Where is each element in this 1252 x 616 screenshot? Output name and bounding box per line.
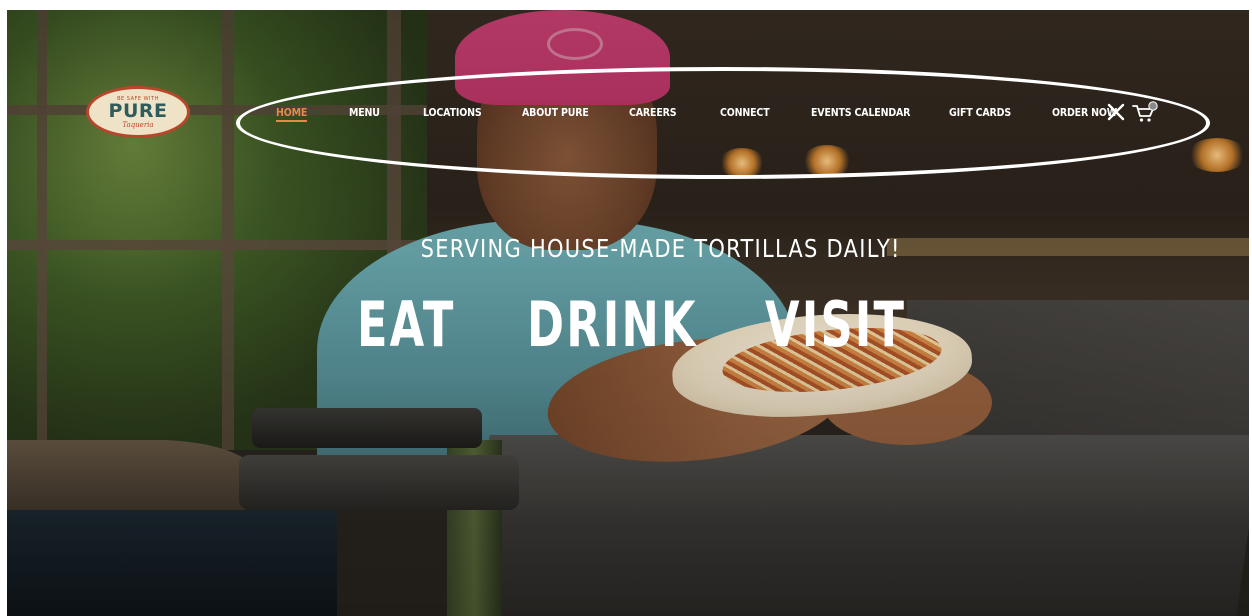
pure-logo[interactable]: BE SAFE WITH PURE Taqueria	[86, 86, 190, 138]
nav-events-calendar[interactable]: EVENTS CALENDAR	[811, 106, 910, 119]
nav-menu[interactable]: MENU	[349, 106, 380, 119]
logo-name: PURE	[108, 99, 168, 122]
hero-tagline: SERVING HOUSE-MADE TORTILLAS DAILY!	[420, 234, 901, 263]
nav-home[interactable]: HOME	[276, 106, 307, 122]
hero-photo: SERVING HOUSE-MADE TORTILLAS DAILY! EAT …	[7, 10, 1249, 616]
logo-subtitle: Taqueria	[122, 120, 154, 129]
hero-word-visit: VISIT	[765, 288, 907, 361]
nav-careers[interactable]: CAREERS	[629, 106, 677, 119]
nav-locations[interactable]: LOCATIONS	[423, 106, 482, 119]
nav-connect[interactable]: CONNECT	[720, 106, 770, 119]
cart-icon[interactable]	[1132, 101, 1158, 123]
hero-word-drink: DRINK	[527, 288, 698, 361]
close-icon[interactable]	[1107, 103, 1125, 121]
page-frame: SERVING HOUSE-MADE TORTILLAS DAILY! EAT …	[0, 0, 1252, 616]
hero-word-eat: EAT	[357, 288, 456, 361]
nav-about-pure[interactable]: ABOUT PURE	[522, 106, 589, 119]
nav-gift-cards[interactable]: GIFT CARDS	[949, 106, 1011, 119]
